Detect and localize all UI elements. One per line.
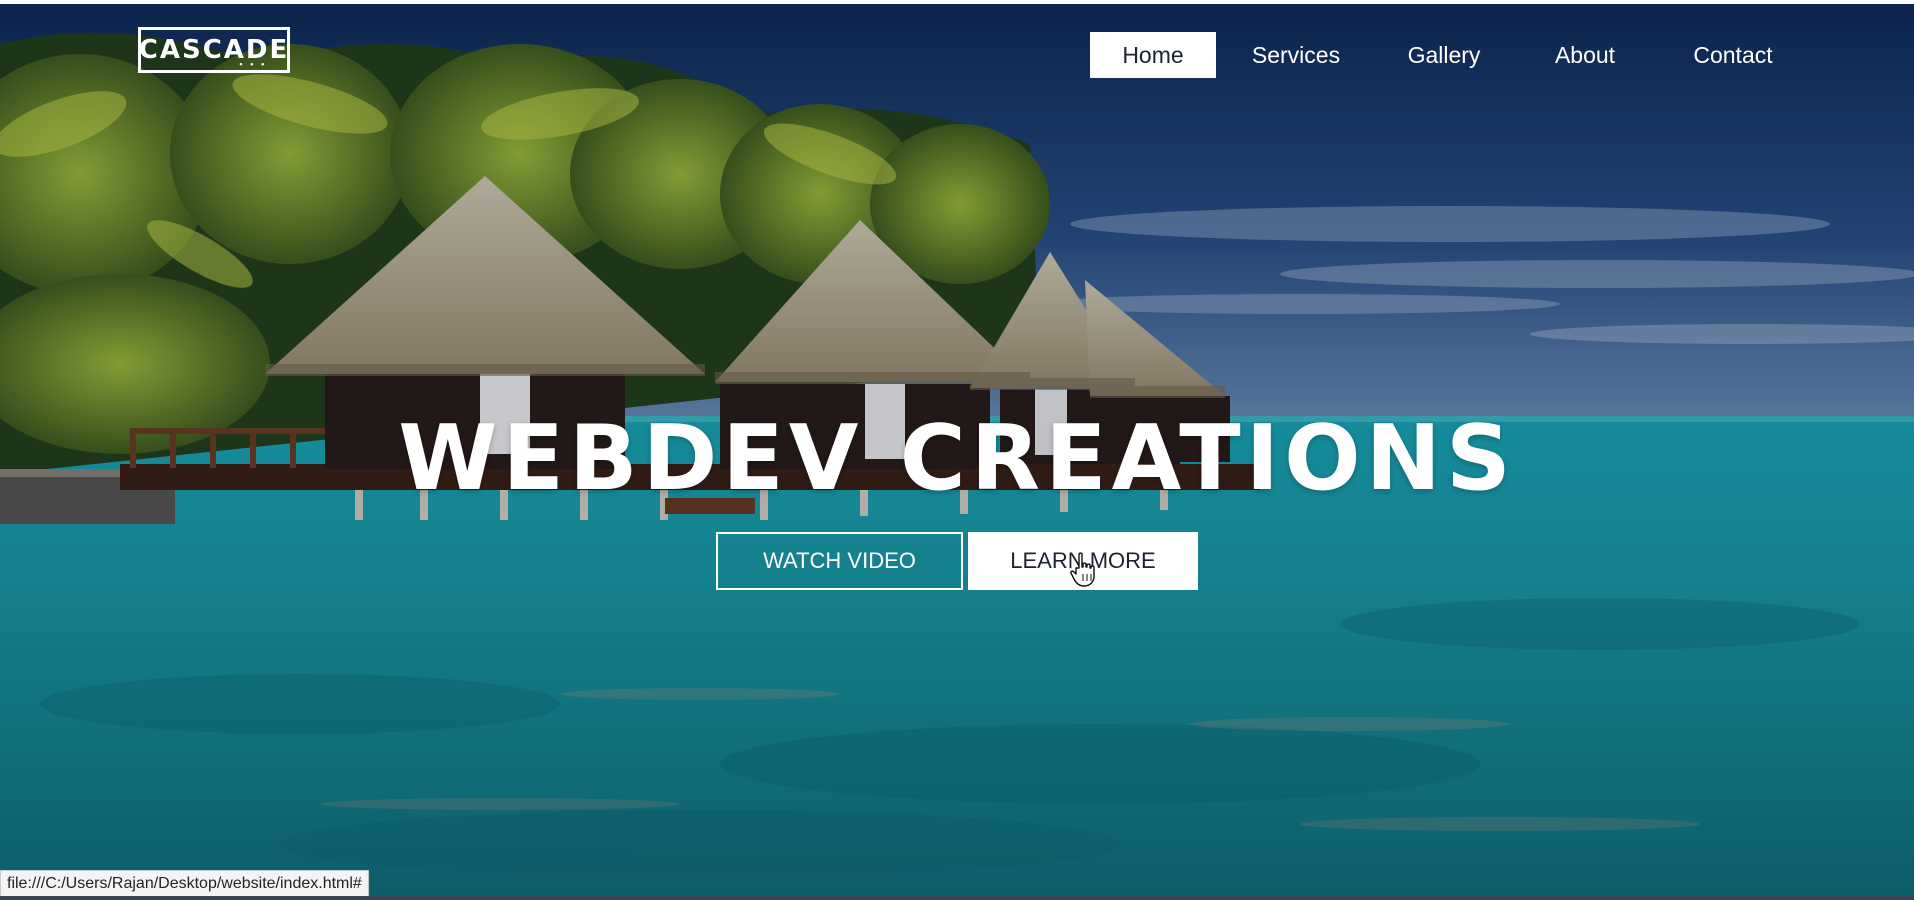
nav-item-label: About xyxy=(1554,41,1616,68)
watch-video-button[interactable]: WATCH VIDEO xyxy=(716,532,963,590)
browser-status-bar: file:///C:/Users/Rajan/Desktop/website/i… xyxy=(0,870,369,896)
nav-item-services[interactable]: Services xyxy=(1216,32,1376,78)
nav-item-label: Contact xyxy=(1693,41,1773,68)
nav-item-label: Gallery xyxy=(1407,41,1481,68)
nav-item-contact[interactable]: Contact xyxy=(1658,32,1808,78)
nav-item-gallery[interactable]: Gallery xyxy=(1376,32,1512,78)
site-logo[interactable]: CASCADE • • • xyxy=(138,27,290,73)
hero-buttons: WATCH VIDEO LEARN MORE xyxy=(716,532,1198,590)
logo-dots: • • • xyxy=(238,61,267,69)
nav-item-label: Home xyxy=(1122,41,1184,68)
nav-item-home[interactable]: Home xyxy=(1090,32,1216,78)
nav-item-label: Services xyxy=(1251,41,1341,68)
main-nav: Home Services Gallery About Contact xyxy=(1090,32,1808,78)
hero-title: WEBDEV CREATIONS xyxy=(398,406,1516,511)
hand-pointer-icon xyxy=(1070,552,1095,587)
nav-item-about[interactable]: About xyxy=(1512,32,1658,78)
os-taskbar xyxy=(0,896,1914,900)
browser-viewport: CASCADE • • • Home Services Gallery Abou… xyxy=(0,4,1914,896)
watch-video-label: WATCH VIDEO xyxy=(763,548,916,573)
